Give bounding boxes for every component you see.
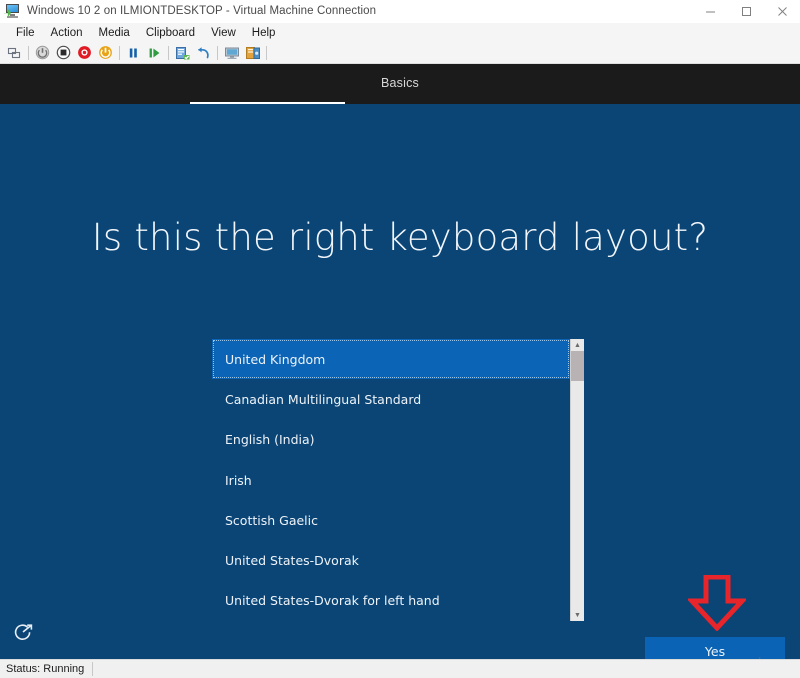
- reset-icon: [77, 45, 92, 60]
- status-divider: [92, 662, 93, 676]
- ctrl-alt-delete-icon: [7, 46, 22, 60]
- enhanced-session-icon: [224, 46, 240, 60]
- menu-item-media[interactable]: Media: [91, 25, 138, 41]
- resume-button[interactable]: [144, 43, 165, 62]
- pause-icon: [126, 46, 141, 60]
- keyboard-layout-list: United Kingdom Canadian Multilingual Sta…: [212, 339, 570, 621]
- list-item-english-india[interactable]: English (India): [212, 420, 570, 460]
- status-text: Status: Running: [0, 663, 92, 675]
- start-icon: [98, 45, 113, 60]
- shutdown-button[interactable]: [32, 43, 53, 62]
- keyboard-layout-listbox[interactable]: United Kingdom Canadian Multilingual Sta…: [212, 339, 584, 621]
- settings-icon: [245, 46, 261, 60]
- list-item-united-states-dvorak-for-left-hand[interactable]: United States-Dvorak for left hand: [212, 581, 570, 621]
- menu-item-file[interactable]: File: [8, 25, 43, 41]
- start-button[interactable]: [95, 43, 116, 62]
- list-item-scottish-gaelic[interactable]: Scottish Gaelic: [212, 500, 570, 540]
- ctrl-alt-delete-button[interactable]: [4, 43, 25, 62]
- minimize-button[interactable]: [692, 0, 728, 22]
- list-item-canadian-multilingual-standard[interactable]: Canadian Multilingual Standard: [212, 379, 570, 419]
- checkpoint-icon: [175, 46, 191, 60]
- virtual-machine-monitor-icon: [5, 3, 21, 19]
- virtual-machine-connection-window: Windows 10 2 on ILMIONTDESKTOP - Virtual…: [0, 0, 800, 678]
- toolbar-separator: [217, 46, 218, 60]
- list-item-irish[interactable]: Irish: [212, 460, 570, 500]
- close-icon: [777, 6, 788, 17]
- revert-icon: [196, 46, 211, 60]
- shutdown-icon: [35, 45, 50, 60]
- revert-button[interactable]: [193, 43, 214, 62]
- toolbar-separator: [168, 46, 169, 60]
- oobe-body: Is this the right keyboard layout? Unite…: [0, 104, 800, 659]
- checkpoint-button[interactable]: [172, 43, 193, 62]
- toolbar-separator: [266, 46, 267, 60]
- minimize-icon: [705, 6, 716, 17]
- status-bar: Status: Running: [0, 659, 800, 678]
- ease-of-access-icon[interactable]: [12, 621, 34, 643]
- toolbar-separator: [119, 46, 120, 60]
- maximize-icon: [741, 6, 752, 17]
- resume-icon: [147, 46, 162, 60]
- turn-off-icon: [56, 45, 71, 60]
- scroll-up-icon[interactable]: ▲: [571, 339, 584, 351]
- maximize-button[interactable]: [728, 0, 764, 22]
- turn-off-button[interactable]: [53, 43, 74, 62]
- listbox-scrollbar[interactable]: ▲ ▼: [570, 339, 584, 621]
- window-title: Windows 10 2 on ILMIONTDESKTOP - Virtual…: [27, 5, 376, 17]
- menu-item-view[interactable]: View: [203, 25, 244, 41]
- toolbar-separator: [28, 46, 29, 60]
- tab-basics[interactable]: Basics: [381, 76, 419, 92]
- list-item-united-states-dvorak[interactable]: United States-Dvorak: [212, 540, 570, 580]
- menu-item-clipboard[interactable]: Clipboard: [138, 25, 203, 41]
- scrollbar-thumb[interactable]: [571, 351, 584, 381]
- red-down-arrow-annotation: [688, 575, 746, 631]
- oobe-header: Basics: [0, 64, 800, 104]
- window-controls: [692, 0, 800, 22]
- enhanced-session-button[interactable]: [221, 43, 242, 62]
- menu-bar: File Action Media Clipboard View Help: [0, 23, 800, 42]
- list-item-united-kingdom[interactable]: United Kingdom: [212, 339, 570, 379]
- menu-item-action[interactable]: Action: [43, 25, 91, 41]
- reset-button[interactable]: [74, 43, 95, 62]
- settings-button[interactable]: [242, 43, 263, 62]
- page-title: Is this the right keyboard layout?: [0, 216, 800, 259]
- title-bar: Windows 10 2 on ILMIONTDESKTOP - Virtual…: [0, 0, 800, 23]
- menu-item-help[interactable]: Help: [244, 25, 284, 41]
- vm-screen: Basics Is this the right keyboard layout…: [0, 64, 800, 659]
- scroll-down-icon[interactable]: ▼: [571, 609, 584, 621]
- toolbar: [0, 42, 800, 64]
- pause-button[interactable]: [123, 43, 144, 62]
- close-button[interactable]: [764, 0, 800, 22]
